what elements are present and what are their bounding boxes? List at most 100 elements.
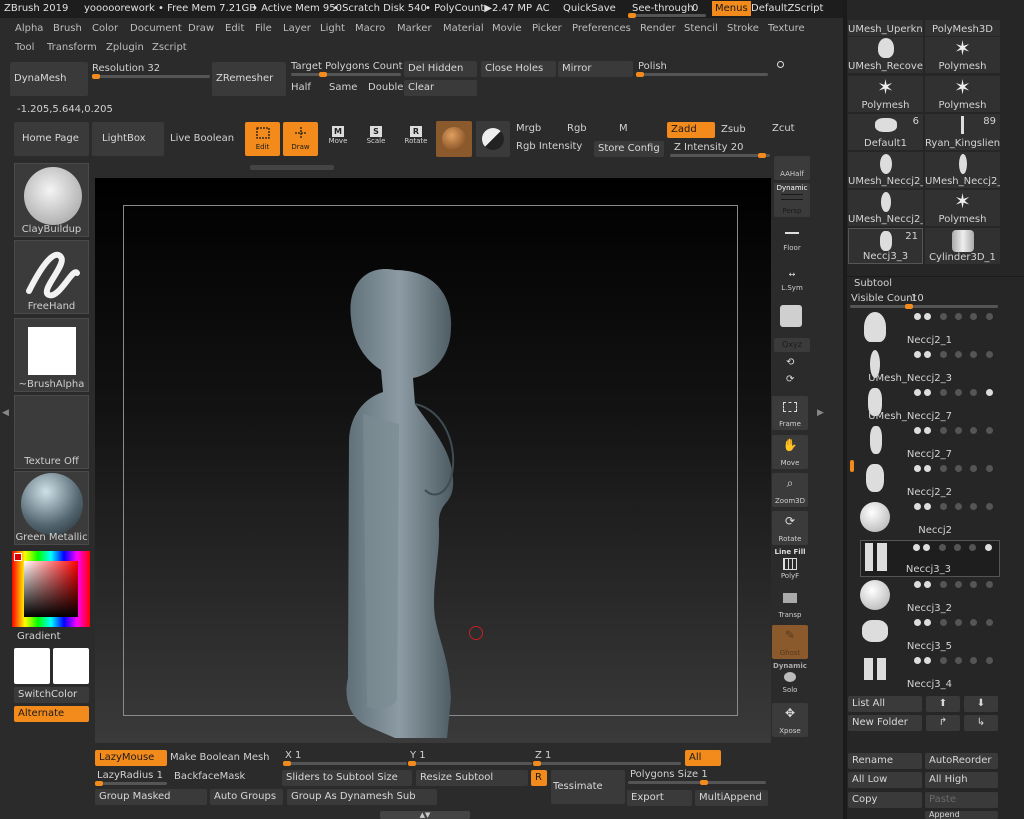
- zscript-button[interactable]: DefaultZScript: [751, 3, 823, 14]
- subtool-row[interactable]: UMesh_Neccj2_3: [860, 348, 1000, 385]
- all-axis-button[interactable]: All: [685, 750, 721, 766]
- see-through-slider[interactable]: [628, 13, 706, 18]
- lock-icon[interactable]: [780, 305, 802, 327]
- menu-color[interactable]: Color: [92, 23, 118, 34]
- menu-transform[interactable]: Transform: [47, 42, 97, 53]
- same-button[interactable]: Same: [329, 82, 357, 93]
- tool-tile-umesh-neccj2-1[interactable]: UMesh_Neccj2_1: [848, 152, 923, 188]
- alpha-selector[interactable]: ~BrushAlpha: [14, 318, 89, 392]
- menu-stroke[interactable]: Stroke: [727, 23, 759, 34]
- menu-zplugin[interactable]: Zplugin: [106, 42, 144, 53]
- double-button[interactable]: Double: [368, 82, 403, 93]
- append-button[interactable]: Append: [925, 811, 998, 819]
- menus-button[interactable]: Menus: [712, 1, 751, 16]
- resize-subtool-button[interactable]: Resize Subtool: [416, 770, 528, 786]
- material-swatch-button[interactable]: [436, 121, 472, 157]
- zadd-button[interactable]: Zadd: [667, 122, 715, 138]
- zsub-button[interactable]: Zsub: [721, 124, 746, 135]
- polygons-size-slider[interactable]: [628, 780, 766, 785]
- subtool-row[interactable]: Neccj3_4: [860, 654, 1000, 691]
- secondary-color-swatch[interactable]: [53, 648, 89, 684]
- copy-button[interactable]: Copy: [848, 792, 922, 808]
- visible-count-slider[interactable]: [850, 304, 998, 309]
- subtool-row[interactable]: Neccj2_1: [860, 310, 1000, 347]
- menu-file[interactable]: File: [255, 23, 272, 34]
- right-tray-collapse-icon[interactable]: ▶: [817, 408, 825, 420]
- y-slider[interactable]: [408, 761, 532, 766]
- home-page-button[interactable]: Home Page: [14, 122, 89, 156]
- menu-stencil[interactable]: Stencil: [684, 23, 718, 34]
- polyf-button[interactable]: Line Fill PolyF: [772, 548, 808, 582]
- xyz-button[interactable]: Qxyz: [774, 338, 810, 352]
- menu-document[interactable]: Document: [130, 23, 182, 34]
- tool-tile-ryan-kingslien[interactable]: 89 Ryan_Kingslien_A: [925, 114, 1000, 150]
- tool-tile-polymesh3d[interactable]: PolyMesh3D: [925, 20, 1000, 36]
- subtool-row-controls[interactable]: [900, 351, 996, 359]
- menu-movie[interactable]: Movie: [492, 23, 522, 34]
- subtool-row-controls[interactable]: [900, 581, 996, 589]
- edit-mode-button[interactable]: Edit: [245, 122, 280, 156]
- menu-picker[interactable]: Picker: [532, 23, 562, 34]
- color-saturation-square[interactable]: [24, 561, 78, 617]
- subtool-scrollbar[interactable]: [850, 460, 854, 472]
- menu-preferences[interactable]: Preferences: [572, 23, 631, 34]
- menu-texture[interactable]: Texture: [768, 23, 805, 34]
- menu-light[interactable]: Light: [320, 23, 345, 34]
- rotate-view-button[interactable]: ⟳ Rotate: [772, 511, 808, 545]
- arrow-right-down-button[interactable]: ↳: [964, 715, 998, 731]
- canvas-scroll-indicator[interactable]: [250, 165, 334, 170]
- tool-tile-umesh-recovere[interactable]: UMesh_Recovere: [848, 37, 923, 73]
- see-through-label[interactable]: See-through: [632, 3, 694, 14]
- menu-alpha[interactable]: Alpha: [15, 23, 43, 34]
- material-selector[interactable]: Green Metallic: [14, 471, 89, 545]
- tool-tile-default1[interactable]: 6 Default1: [848, 114, 923, 150]
- move-down-button[interactable]: ⬇: [964, 696, 998, 712]
- subtool-row[interactable]: Neccj2_2: [860, 462, 1000, 499]
- store-config-button[interactable]: Store Config: [594, 141, 664, 157]
- auto-reorder-button[interactable]: AutoReorder: [925, 753, 998, 769]
- z-intensity-slider[interactable]: [670, 153, 770, 158]
- subtool-row-controls[interactable]: [900, 427, 996, 435]
- rotate-mode-button[interactable]: R Rotate: [400, 124, 432, 154]
- polish-toggle[interactable]: [777, 61, 784, 68]
- arrow-right-up-button[interactable]: ↱: [926, 715, 960, 731]
- subtool-row-controls[interactable]: [900, 465, 996, 473]
- sliders-to-subtool-size-button[interactable]: Sliders to Subtool Size: [282, 770, 412, 786]
- mrgb-button[interactable]: Mrgb: [516, 123, 541, 134]
- menu-layer[interactable]: Layer: [283, 23, 311, 34]
- brush-selector[interactable]: ClayBuildup: [14, 163, 89, 237]
- tool-tile-cylinder3d-1[interactable]: Cylinder3D_1: [925, 228, 1000, 264]
- move-mode-button[interactable]: M Move: [322, 124, 354, 154]
- tool-tile-umesh-neccj2-6[interactable]: UMesh_Neccj2_6: [848, 190, 923, 226]
- all-high-button[interactable]: All High: [925, 772, 998, 788]
- rgb-button[interactable]: Rgb: [567, 123, 587, 134]
- group-as-dynamesh-sub-button[interactable]: Group As Dynamesh Sub: [287, 789, 437, 805]
- tessimate-button[interactable]: Tessimate: [551, 770, 625, 804]
- tool-tile-polymesh[interactable]: ✶ Polymesh: [848, 76, 923, 112]
- subtool-row-controls[interactable]: [900, 619, 996, 627]
- scale-mode-button[interactable]: S Scale: [360, 124, 392, 154]
- resize-r-button[interactable]: R: [531, 770, 547, 786]
- backface-mask-button[interactable]: BackfaceMask: [174, 771, 245, 782]
- make-boolean-mesh-button[interactable]: Make Boolean Mesh: [170, 752, 270, 763]
- quicksave-button[interactable]: QuickSave: [563, 3, 616, 14]
- tool-tile-polymesh[interactable]: ✶ Polymesh: [925, 190, 1000, 226]
- solo-button[interactable]: Dynamic Solo: [772, 662, 808, 696]
- menu-brush[interactable]: Brush: [53, 23, 82, 34]
- tool-tile-polymesh[interactable]: ✶ Polymesh: [925, 37, 1000, 73]
- ghost-button[interactable]: ✎ Ghost: [772, 625, 808, 659]
- menu-tool[interactable]: Tool: [15, 42, 34, 53]
- left-tray-collapse-icon[interactable]: ◀: [2, 408, 10, 420]
- main-color-swatch[interactable]: [14, 648, 50, 684]
- new-folder-button[interactable]: New Folder: [848, 715, 922, 731]
- subtool-row[interactable]: Neccj3_2: [860, 578, 1000, 615]
- tool-tile-neccj3-3[interactable]: 21 Neccj3_3: [848, 228, 923, 264]
- alternate-button[interactable]: Alternate: [14, 706, 89, 722]
- menu-zscript[interactable]: Zscript: [152, 42, 187, 53]
- frame-button[interactable]: Frame: [772, 396, 808, 430]
- aahalf-button[interactable]: AAHalf: [774, 156, 810, 180]
- tool-tile-polymesh[interactable]: ✶ Polymesh: [925, 76, 1000, 112]
- zremesher-button[interactable]: ZRemesher: [212, 62, 286, 96]
- xpose-button[interactable]: ✥ Xpose: [772, 703, 808, 737]
- auto-groups-button[interactable]: Auto Groups: [210, 789, 283, 805]
